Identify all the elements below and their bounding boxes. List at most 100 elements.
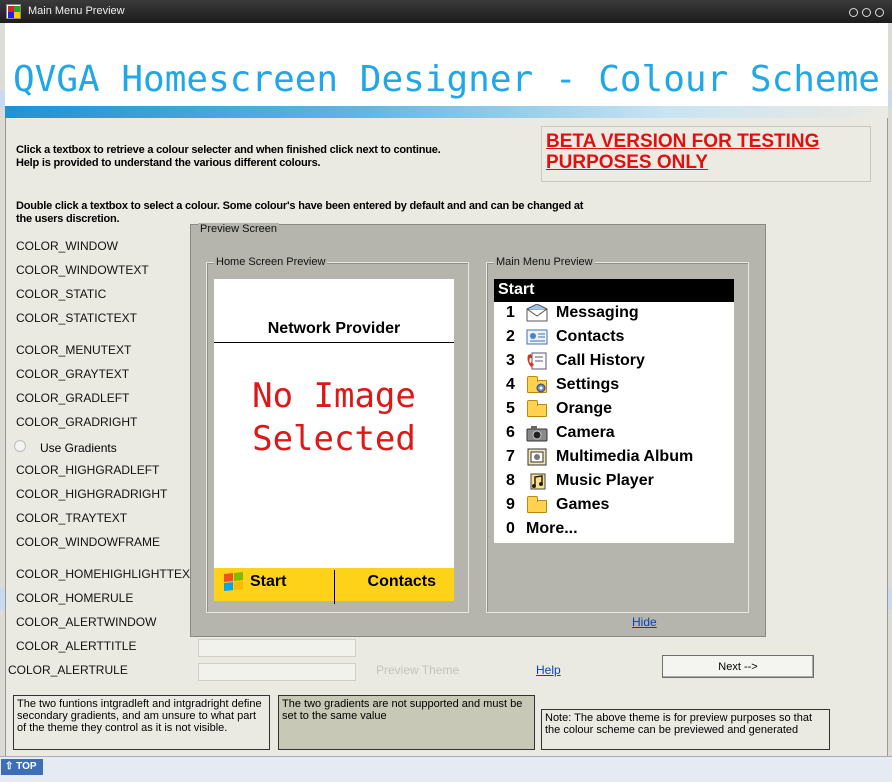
menu-item-number: 0 — [506, 520, 515, 537]
menu-header: Start — [494, 279, 734, 302]
settings-folder-icon — [526, 376, 548, 394]
album-icon — [526, 448, 548, 466]
window-controls — [845, 6, 884, 20]
tray-contacts-label: Contacts — [367, 573, 436, 590]
menu-item-label: Settings — [556, 376, 620, 393]
menu-item-label: Orange — [556, 400, 613, 417]
use-gradients-label[interactable]: Use Gradients — [40, 441, 117, 455]
next-button[interactable]: Next --> — [662, 655, 814, 678]
menu-item-number: 9 — [506, 496, 515, 513]
color-graytext-label[interactable]: COLOR_GRAYTEXT — [16, 367, 129, 381]
menu-item-number: 7 — [506, 448, 515, 465]
music-icon — [526, 472, 548, 490]
color-alerttitle-label[interactable]: COLOR_ALERTTITLE — [16, 639, 136, 653]
menu-item-more: 0 More... — [506, 517, 578, 541]
up-arrow-icon: ⇧ — [5, 761, 14, 772]
color-homehighlighttext-label[interactable]: COLOR_HOMEHIGHLIGHTTEXT — [16, 567, 197, 581]
gradients-info-note: The two funtions intgradleft and intgrad… — [13, 695, 270, 750]
camera-icon — [526, 424, 548, 442]
color-static-label[interactable]: COLOR_STATIC — [16, 287, 106, 301]
instruction-line-1: Click a textbox to retrieve a colour sel… — [16, 144, 441, 156]
menu-item-label: Messaging — [556, 304, 639, 321]
home-rule-line — [214, 342, 454, 343]
color-gradleft-label[interactable]: COLOR_GRADLEFT — [16, 391, 129, 405]
color-highgradright-label[interactable]: COLOR_HIGHGRADRIGHT — [16, 487, 167, 501]
menu-item-music-player: 8 Music Player — [506, 469, 654, 493]
menu-item-number: 3 — [506, 352, 515, 369]
menu-item-contacts: 2 Contacts — [506, 325, 624, 349]
no-image-line-2: Selected — [252, 419, 416, 459]
double-click-instruction-1: Double click a textbox to select a colou… — [16, 200, 584, 212]
color-windowframe-label[interactable]: COLOR_WINDOWFRAME — [16, 535, 160, 549]
main-menu-preview-legend: Main Menu Preview — [494, 256, 595, 268]
menu-item-label: Camera — [556, 424, 615, 441]
menu-item-number: 4 — [506, 376, 515, 393]
menu-item-label: Call History — [556, 352, 645, 369]
network-provider-text: Network Provider — [267, 320, 401, 337]
menu-item-multimedia-album: 7 Multimedia Album — [506, 445, 693, 469]
preview-theme-link[interactable]: Preview Theme — [376, 663, 459, 677]
gradients-unsupported-note: The two gradients are not supported and … — [278, 695, 535, 750]
menu-item-number: 2 — [506, 328, 515, 345]
window-title: Main Menu Preview — [28, 5, 125, 17]
menu-item-camera: 6 Camera — [506, 421, 615, 445]
preview-note: Note: The above theme is for preview pur… — [541, 709, 830, 750]
menu-item-call-history: 3 Call History — [506, 349, 645, 373]
banner-gradient-stripe — [5, 106, 888, 118]
menu-item-label: Music Player — [556, 472, 654, 489]
use-gradients-radio[interactable] — [14, 440, 26, 452]
tray-start-label: Start — [250, 573, 287, 590]
tray-divider — [334, 570, 335, 604]
phone-icon — [526, 352, 548, 370]
minimize-button[interactable] — [849, 8, 858, 17]
beta-notice: BETA VERSION FOR TESTING PURPOSES ONLY — [541, 126, 871, 182]
no-image-placeholder: No Image Selected — [214, 375, 454, 461]
folder-icon — [526, 496, 548, 514]
top-button-label: TOP — [16, 761, 37, 772]
menu-item-games: 9 Games — [506, 493, 609, 517]
menu-item-number: 6 — [506, 424, 515, 441]
maximize-button[interactable] — [862, 8, 871, 17]
menu-item-label: Contacts — [556, 328, 625, 345]
color-menutext-label[interactable]: COLOR_MENUTEXT — [16, 343, 131, 357]
envelope-icon — [526, 303, 548, 322]
color-gradright-label[interactable]: COLOR_GRADRIGHT — [16, 415, 137, 429]
hide-link[interactable]: Hide — [632, 615, 657, 629]
color-traytext-label[interactable]: COLOR_TRAYTEXT — [16, 511, 127, 525]
folder-icon — [526, 400, 548, 418]
color-alerttitle-textbox[interactable] — [198, 639, 356, 657]
color-window-label[interactable]: COLOR_WINDOW — [16, 239, 118, 253]
color-homerule-label[interactable]: COLOR_HOMERULE — [16, 591, 133, 605]
menu-item-settings: 4 Settings — [506, 373, 619, 397]
banner: QVGA Homescreen Designer - Colour Scheme — [5, 23, 888, 109]
app-icon — [6, 4, 21, 19]
menu-item-orange: 5 Orange — [506, 397, 612, 421]
contact-card-icon — [526, 328, 548, 346]
color-alertwindow-label[interactable]: COLOR_ALERTWINDOW — [16, 615, 156, 629]
tray-bar: Start Contacts — [214, 568, 454, 604]
beta-notice-text: BETA VERSION FOR TESTING PURPOSES ONLY — [546, 131, 820, 173]
title-bar: Main Menu Preview — [0, 0, 892, 23]
help-link[interactable]: Help — [536, 663, 561, 677]
menu-item-number: 5 — [506, 400, 515, 417]
double-click-instruction-2: the users discretion. — [16, 213, 120, 225]
windows-logo-icon — [224, 572, 244, 592]
page-title: QVGA Homescreen Designer - Colour Scheme — [13, 59, 880, 100]
menu-item-label: Games — [556, 496, 610, 513]
color-alertrule-label[interactable]: COLOR_ALERTRULE — [8, 663, 128, 677]
close-button[interactable] — [875, 8, 884, 17]
top-button[interactable]: ⇧ TOP — [1, 759, 43, 775]
menu-item-number: 8 — [506, 472, 515, 489]
no-image-line-1: No Image — [252, 376, 416, 416]
tray-start: Start — [224, 572, 287, 592]
color-statictext-label[interactable]: COLOR_STATICTEXT — [16, 311, 137, 325]
desktop-bottom-bar — [0, 756, 892, 782]
color-windowtext-label[interactable]: COLOR_WINDOWTEXT — [16, 263, 149, 277]
instruction-line-2: Help is provided to understand the vario… — [16, 157, 321, 169]
menu-item-label: More... — [526, 520, 578, 537]
color-alertrule-textbox[interactable] — [198, 663, 356, 681]
menu-item-label: Multimedia Album — [556, 448, 694, 465]
menu-item-number: 1 — [506, 304, 515, 321]
color-highgradleft-label[interactable]: COLOR_HIGHGRADLEFT — [16, 463, 159, 477]
home-screen-preview-legend: Home Screen Preview — [214, 256, 328, 268]
